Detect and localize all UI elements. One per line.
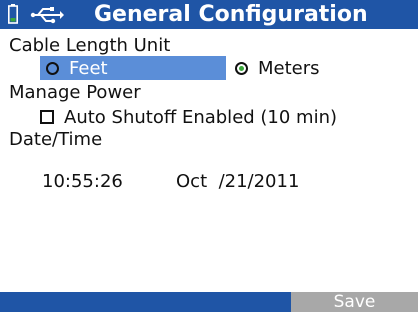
date-time-label: Date/Time [9, 129, 103, 150]
feet-radio-icon[interactable] [46, 61, 59, 75]
meters-radio-icon[interactable] [235, 61, 248, 75]
date-field[interactable]: Oct /21/2011 [176, 171, 299, 193]
save-button[interactable]: Save [291, 292, 418, 312]
meters-radio-option[interactable]: Meters [233, 56, 343, 80]
usb-icon [30, 7, 64, 24]
meters-radio-label: Meters [258, 57, 320, 79]
auto-shutoff-label: Auto Shutoff Enabled (10 min) [64, 106, 338, 128]
auto-shutoff-checkbox-row[interactable]: Auto Shutoff Enabled (10 min) [40, 105, 337, 129]
feet-radio-option[interactable]: Feet [40, 56, 226, 80]
battery-icon [8, 4, 18, 24]
manage-power-label: Manage Power [9, 82, 141, 103]
cable-length-unit-label: Cable Length Unit [9, 35, 171, 56]
title-bar: General Configuration [0, 0, 418, 29]
feet-radio-label: Feet [69, 57, 108, 79]
selected-dot-icon [239, 65, 244, 71]
time-field[interactable]: 10:55:26 [42, 171, 123, 193]
auto-shutoff-checkbox[interactable] [40, 110, 54, 124]
page-title: General Configuration [94, 2, 368, 27]
